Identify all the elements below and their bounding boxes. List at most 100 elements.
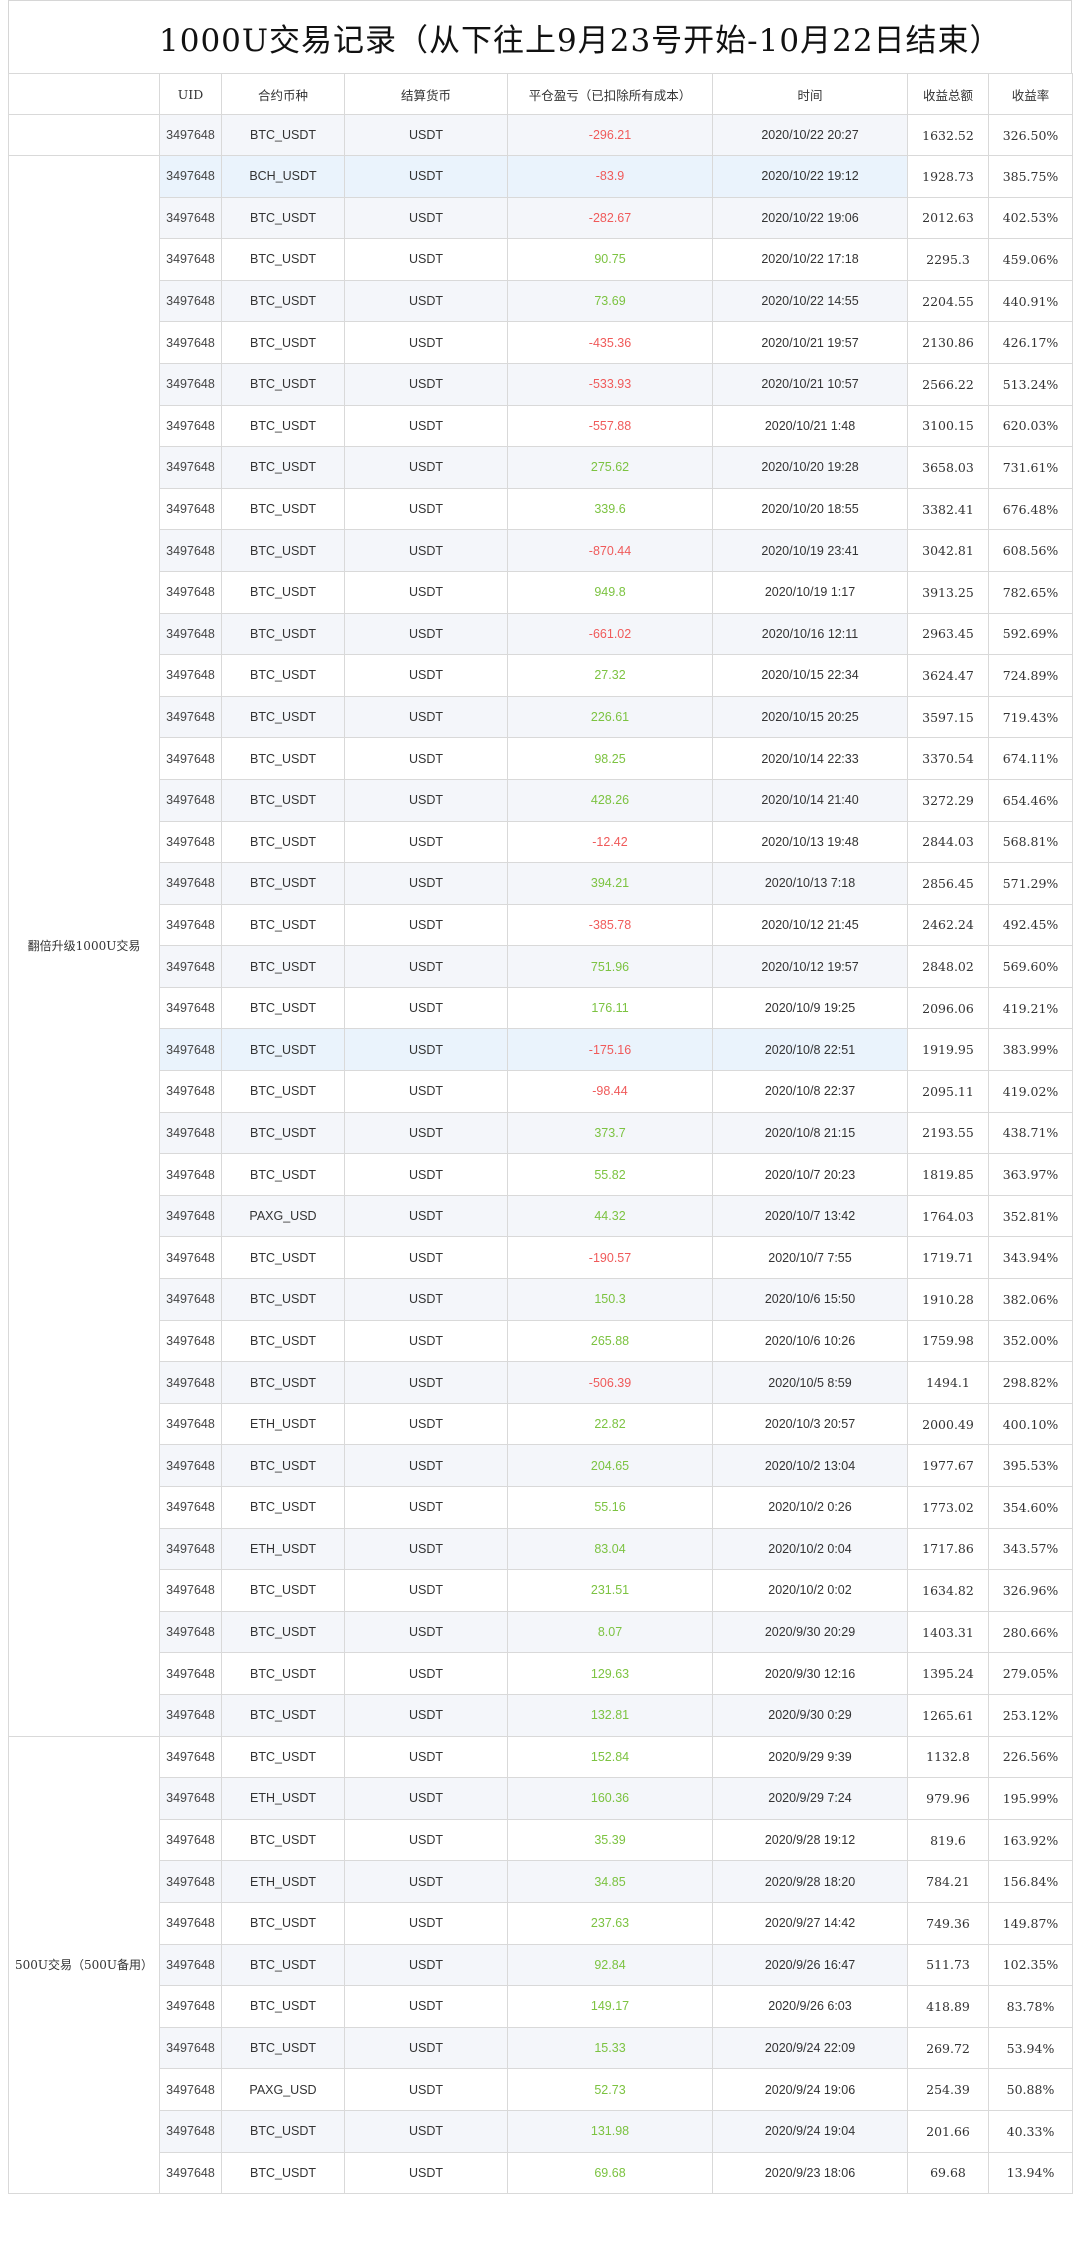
uid-cell: 3497648 — [159, 238, 222, 281]
time-cell: 2020/9/28 18:20 — [712, 1860, 908, 1903]
table-row: 3497648 BTC_USDT USDT 131.98 2020/9/24 19:04… — [9, 2109, 1073, 2153]
table-row: 3497648 BTC_USDT USDT 237.63 2020/9/27 14:42… — [9, 1901, 1073, 1945]
time-cell: 2020/10/15 20:25 — [712, 695, 908, 739]
time-cell: 2020/10/9 19:25 — [712, 986, 908, 1030]
contract-cell: BTC_USDT — [221, 820, 345, 864]
time-cell: 2020/10/13 19:48 — [712, 820, 908, 864]
rate-cell: 40.33% — [988, 2109, 1073, 2153]
table-row: 3497648 BTC_USDT USDT -557.88 2020/10/21 1:4… — [9, 404, 1073, 448]
pnl-cell: -870.44 — [507, 529, 713, 572]
pnl-cell: 339.6 — [507, 487, 713, 531]
table-row: 3497648 BTC_USDT USDT 90.75 2020/10/22 17:18… — [9, 238, 1073, 281]
uid-cell: 3497648 — [159, 1278, 222, 1321]
pnl-cell: 949.8 — [507, 570, 713, 614]
settle-cell: USDT — [344, 1194, 508, 1238]
pnl-cell: 83.04 — [507, 1527, 713, 1571]
contract-cell: BTC_USDT — [221, 1361, 345, 1404]
total-cell: 2848.02 — [907, 945, 989, 988]
rate-cell: 195.99% — [988, 1777, 1073, 1820]
time-cell: 2020/9/24 19:04 — [712, 2109, 908, 2153]
settle-cell: USDT — [344, 1070, 508, 1113]
pnl-cell: 8.07 — [507, 1610, 713, 1654]
time-cell: 2020/9/30 12:16 — [712, 1652, 908, 1695]
time-cell: 2020/9/26 6:03 — [712, 1985, 908, 2028]
uid-cell: 3497648 — [159, 2026, 222, 2070]
total-cell: 2295.3 — [907, 238, 989, 281]
total-cell: 1403.31 — [907, 1610, 989, 1654]
contract-cell: BTC_USDT — [221, 404, 345, 448]
contract-cell: BTC_USDT — [221, 778, 345, 822]
pnl-cell: 132.81 — [507, 1693, 713, 1737]
settle-cell: USDT — [344, 1569, 508, 1612]
total-cell: 2193.55 — [907, 1111, 989, 1155]
table-row: 3497648 BTC_USDT USDT 394.21 2020/10/13 7:18… — [9, 862, 1073, 905]
uid-cell: 3497648 — [159, 1985, 222, 2028]
time-cell: 2020/10/20 18:55 — [712, 487, 908, 531]
pnl-cell: -435.36 — [507, 321, 713, 364]
contract-cell: PAXG_USD — [221, 2068, 345, 2111]
uid-cell: 3497648 — [159, 2109, 222, 2153]
settle-cell: USDT — [344, 196, 508, 240]
table-row: 3497648 BTC_USDT USDT 428.26 2020/10/14 21:4… — [9, 778, 1073, 822]
pnl-cell: 90.75 — [507, 238, 713, 281]
pnl-cell: 15.33 — [507, 2026, 713, 2070]
contract-cell: BTC_USDT — [221, 570, 345, 614]
total-cell: 3658.03 — [907, 446, 989, 489]
pnl-cell: 373.7 — [507, 1111, 713, 1155]
rate-cell: 352.00% — [988, 1319, 1073, 1363]
uid-cell: 3497648 — [159, 279, 222, 323]
settle-cell: USDT — [344, 1693, 508, 1737]
total-cell: 1910.28 — [907, 1278, 989, 1321]
settle-cell: USDT — [344, 279, 508, 323]
rate-cell: 280.66% — [988, 1610, 1073, 1654]
uid-cell: 3497648 — [159, 903, 222, 947]
rate-cell: 568.81% — [988, 820, 1073, 864]
total-cell: 2963.45 — [907, 612, 989, 656]
time-cell: 2020/9/27 14:42 — [712, 1901, 908, 1945]
time-cell: 2020/9/24 19:06 — [712, 2068, 908, 2111]
contract-cell: BTC_USDT — [221, 1319, 345, 1363]
settle-cell: USDT — [344, 778, 508, 822]
table-row: 3497648 BTC_USDT USDT 373.7 2020/10/8 21:15 2… — [9, 1111, 1073, 1155]
contract-cell: BTC_USDT — [221, 1444, 345, 1487]
rate-cell: 571.29% — [988, 862, 1073, 905]
total-cell: 1819.85 — [907, 1153, 989, 1196]
table-row: 3497648 BTC_USDT USDT -385.78 2020/10/12 21:… — [9, 903, 1073, 947]
time-cell: 2020/10/22 14:55 — [712, 279, 908, 323]
uid-cell: 3497648 — [159, 321, 222, 364]
rate-cell: 569.60% — [988, 945, 1073, 988]
contract-cell: BTC_USDT — [221, 1901, 345, 1945]
time-cell: 2020/9/24 22:09 — [712, 2026, 908, 2070]
pnl-cell: -506.39 — [507, 1361, 713, 1404]
time-cell: 2020/10/12 19:57 — [712, 945, 908, 988]
rate-cell: 440.91% — [988, 279, 1073, 323]
contract-cell: BTC_USDT — [221, 2151, 345, 2195]
total-cell: 418.89 — [907, 1985, 989, 2028]
table-row: 3497648 BTC_USDT USDT 27.32 2020/10/15 22:34… — [9, 654, 1073, 697]
header-contract: 合约币种 — [221, 73, 345, 115]
settle-cell: USDT — [344, 1735, 508, 1779]
table-row: 3497648 BTC_USDT USDT 132.81 2020/9/30 0:29 1… — [9, 1693, 1073, 1737]
rate-cell: 13.94% — [988, 2151, 1073, 2195]
table-row: 3497648 BTC_USDT USDT 55.82 2020/10/7 20:23 1… — [9, 1153, 1073, 1196]
rate-cell: 676.48% — [988, 487, 1073, 531]
rate-cell: 402.53% — [988, 196, 1073, 240]
total-cell: 201.66 — [907, 2109, 989, 2153]
pnl-cell: 176.11 — [507, 986, 713, 1030]
contract-cell: BTC_USDT — [221, 1153, 345, 1196]
page-title: 1000U交易记录（从下往上9月23号开始-10月22日结束） — [159, 22, 1002, 59]
uid-cell: 3497648 — [159, 1569, 222, 1612]
contract-cell: BTC_USDT — [221, 1111, 345, 1155]
table-row: 3497648 BTC_USDT USDT 204.65 2020/10/2 13:04… — [9, 1444, 1073, 1487]
rate-cell: 492.45% — [988, 903, 1073, 947]
total-cell: 1919.95 — [907, 1028, 989, 1072]
uid-cell: 3497648 — [159, 362, 222, 406]
header-uid: UID — [159, 73, 222, 115]
table-row: 3497648 ETH_USDT USDT 160.36 2020/9/29 7:24 9… — [9, 1777, 1073, 1820]
pnl-cell: 35.39 — [507, 1818, 713, 1862]
time-cell: 2020/10/22 20:27 — [712, 114, 908, 156]
table-row: 3497648 BTC_USDT USDT -12.42 2020/10/13 19:4… — [9, 820, 1073, 864]
time-cell: 2020/10/8 21:15 — [712, 1111, 908, 1155]
rate-cell: 419.02% — [988, 1070, 1073, 1113]
total-cell: 1764.03 — [907, 1194, 989, 1238]
